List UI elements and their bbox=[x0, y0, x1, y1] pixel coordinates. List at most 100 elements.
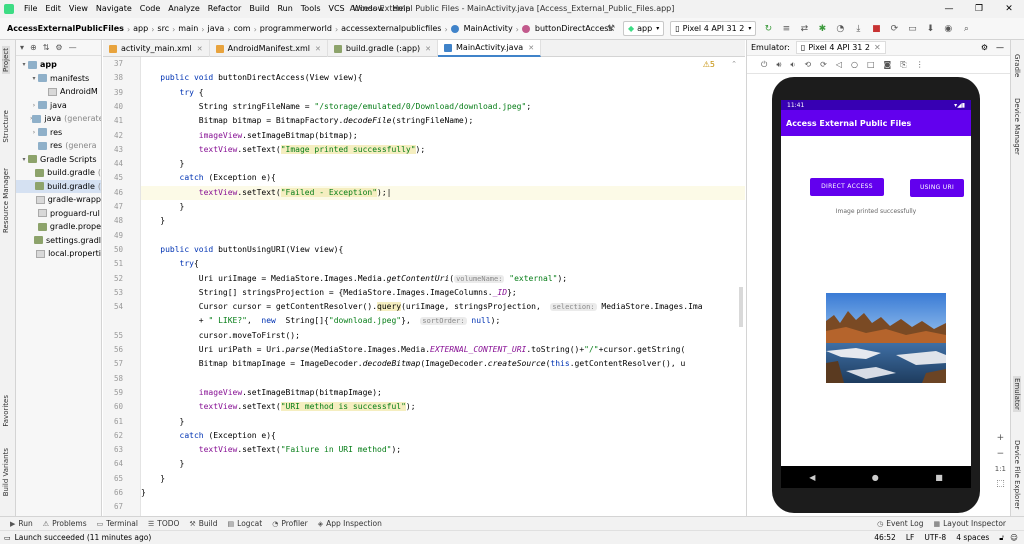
tab-build-variants[interactable]: Build Variants bbox=[2, 448, 10, 496]
chevron-icon[interactable]: › bbox=[30, 129, 38, 136]
device-dropdown[interactable]: ▯ Pixel 4 API 31 2 ▾ bbox=[670, 21, 757, 36]
tab-favorites[interactable]: Favorites bbox=[2, 395, 10, 427]
project-tree-item[interactable]: proguard-rul bbox=[16, 207, 101, 221]
menu-analyze[interactable]: Analyze bbox=[164, 0, 204, 18]
using-uri-button[interactable]: USING URI bbox=[910, 179, 964, 197]
chevron-icon[interactable]: ▾ bbox=[30, 75, 38, 82]
status-message[interactable]: Launch succeeded (11 minutes ago) bbox=[15, 533, 152, 542]
gear-icon[interactable]: ⚙ bbox=[55, 43, 62, 52]
line-separator[interactable]: LF bbox=[906, 533, 915, 542]
warnings-indicator[interactable]: ⚠5 bbox=[703, 60, 715, 69]
menu-run[interactable]: Run bbox=[273, 0, 296, 18]
breadcrumb-item[interactable]: java bbox=[205, 18, 228, 40]
file-encoding[interactable]: UTF-8 bbox=[924, 533, 946, 542]
project-tree-item[interactable]: AndroidM bbox=[16, 85, 101, 99]
chevron-icon[interactable]: › bbox=[30, 102, 38, 109]
search-icon[interactable]: ⌕ bbox=[959, 22, 973, 36]
snapshot-icon[interactable]: ⎘ bbox=[900, 60, 906, 70]
project-tree-item[interactable]: ▾ Gradle Scripts bbox=[16, 153, 101, 167]
back-icon[interactable]: ◁ bbox=[836, 60, 842, 69]
debug-icon[interactable]: ✱ bbox=[815, 22, 829, 36]
rotate-right-icon[interactable]: ⟳ bbox=[820, 60, 827, 69]
rerun-icon[interactable]: ↻ bbox=[761, 22, 775, 36]
breadcrumb-item[interactable]: accessexternalpublicfiles bbox=[338, 18, 444, 40]
dropdown-icon[interactable]: ▾ bbox=[20, 43, 24, 52]
editor-tab[interactable]: build.gradle (:app) ✕ bbox=[328, 40, 439, 57]
close-icon[interactable]: ✕ bbox=[874, 43, 881, 52]
menu-help[interactable]: Help bbox=[388, 0, 414, 18]
hammer-icon[interactable]: ⚒ bbox=[604, 22, 618, 36]
menu-window[interactable]: Window bbox=[349, 0, 389, 18]
breadcrumb-item[interactable]: app bbox=[130, 18, 151, 40]
project-tree-item[interactable]: › java (generate bbox=[16, 112, 101, 126]
chevron-icon[interactable]: ▾ bbox=[20, 61, 28, 68]
menu-view[interactable]: View bbox=[65, 0, 92, 18]
zoom-fit-icon[interactable]: ⬚ bbox=[996, 479, 1005, 489]
restore-icon[interactable]: ❐ bbox=[964, 0, 994, 18]
menu-code[interactable]: Code bbox=[136, 0, 164, 18]
tool-problems[interactable]: ⚠ Problems bbox=[43, 519, 87, 528]
screenshot-icon[interactable]: ◙ bbox=[884, 60, 892, 69]
indent-setting[interactable]: 4 spaces bbox=[956, 533, 989, 542]
menu-navigate[interactable]: Navigate bbox=[92, 0, 136, 18]
chevron-up-icon[interactable]: ⌃ bbox=[731, 60, 737, 68]
profile-user-icon[interactable]: ◉ bbox=[941, 22, 955, 36]
project-tree-item[interactable]: build.gradle( bbox=[16, 179, 101, 193]
caret-position[interactable]: 46:52 bbox=[874, 533, 896, 542]
breadcrumb-item[interactable]: AccessExternalPublicFiles bbox=[4, 18, 127, 40]
project-tree-item[interactable]: ▾ app bbox=[16, 58, 101, 72]
back-nav-icon[interactable]: ◀ bbox=[809, 473, 815, 482]
chevron-icon[interactable]: ▾ bbox=[20, 156, 28, 163]
phone-screen[interactable]: 11:41 ▾◢▮ Access External Public Files D… bbox=[781, 100, 971, 488]
collapse-icon[interactable]: ⇅ bbox=[43, 43, 50, 52]
close-tab-icon[interactable]: ✕ bbox=[197, 45, 203, 53]
rotate-left-icon[interactable]: ⟲ bbox=[804, 60, 811, 69]
zoom-actual-size-icon[interactable]: 1:1 bbox=[995, 465, 1006, 473]
project-tree-item[interactable]: › java bbox=[16, 99, 101, 113]
status-bar-toggle-icon[interactable]: ▭ bbox=[4, 534, 11, 542]
menu-edit[interactable]: Edit bbox=[41, 0, 65, 18]
code-area[interactable]: public void buttonDirectAccess(View view… bbox=[141, 57, 745, 516]
tab-emulator[interactable]: Emulator bbox=[1013, 376, 1021, 412]
menu-vcs[interactable]: VCS bbox=[325, 0, 349, 18]
tab-device-manager[interactable]: Device Manager bbox=[1013, 98, 1021, 155]
stop-icon[interactable]: ■ bbox=[869, 22, 883, 36]
hide-icon[interactable]: — bbox=[996, 43, 1004, 52]
tab-structure[interactable]: Structure bbox=[2, 110, 10, 143]
direct-access-button[interactable]: DIRECT ACCESS bbox=[810, 178, 884, 196]
inspection-icon[interactable]: ☺ bbox=[1010, 533, 1018, 542]
breadcrumb-item[interactable]: MainActivity bbox=[461, 18, 516, 40]
apply-changes-icon[interactable]: ≡ bbox=[779, 22, 793, 36]
tool-event-log[interactable]: ◷ Event Log bbox=[877, 519, 923, 528]
avd-manager-icon[interactable]: ▭ bbox=[905, 22, 919, 36]
power-icon[interactable]: ⏻ bbox=[761, 60, 767, 70]
scrollbar[interactable] bbox=[739, 287, 743, 327]
recents-nav-icon[interactable]: ■ bbox=[935, 473, 943, 482]
volume-down-icon[interactable]: 🔉︎ bbox=[790, 60, 795, 70]
tool-run[interactable]: ▶ Run bbox=[10, 519, 33, 528]
minimize-icon[interactable]: — bbox=[934, 0, 964, 18]
project-tree-item[interactable]: ▾ manifests bbox=[16, 72, 101, 86]
menu-build[interactable]: Build bbox=[245, 0, 273, 18]
close-tab-icon[interactable]: ✕ bbox=[528, 44, 534, 52]
tool-todo[interactable]: ☰ TODO bbox=[148, 519, 179, 528]
close-tab-icon[interactable]: ✕ bbox=[425, 45, 431, 53]
tab-gradle[interactable]: Gradle bbox=[1013, 54, 1021, 77]
project-tree-item[interactable]: › res bbox=[16, 126, 101, 140]
tool-terminal[interactable]: ▭ Terminal bbox=[97, 519, 138, 528]
project-tree-item[interactable]: gradle.prope bbox=[16, 220, 101, 234]
tool-logcat[interactable]: ▤ Logcat bbox=[228, 519, 263, 528]
home-icon[interactable]: ○ bbox=[851, 60, 858, 69]
sync-icon[interactable]: ⟳ bbox=[887, 22, 901, 36]
editor-tab[interactable]: MainActivity.java ✕ bbox=[438, 40, 542, 57]
project-tree-item[interactable]: gradle-wrapp bbox=[16, 193, 101, 207]
menu-file[interactable]: File bbox=[20, 0, 41, 18]
zoom-in-icon[interactable]: + bbox=[997, 433, 1005, 443]
breadcrumb-item[interactable]: src bbox=[154, 18, 172, 40]
hide-icon[interactable]: — bbox=[69, 43, 77, 52]
tab-resource-manager[interactable]: Resource Manager bbox=[2, 168, 10, 233]
tab-project[interactable]: Project bbox=[2, 46, 10, 74]
breadcrumb-item[interactable]: main bbox=[175, 18, 201, 40]
home-nav-icon[interactable]: ● bbox=[872, 473, 879, 482]
close-icon[interactable]: ✕ bbox=[994, 0, 1024, 18]
